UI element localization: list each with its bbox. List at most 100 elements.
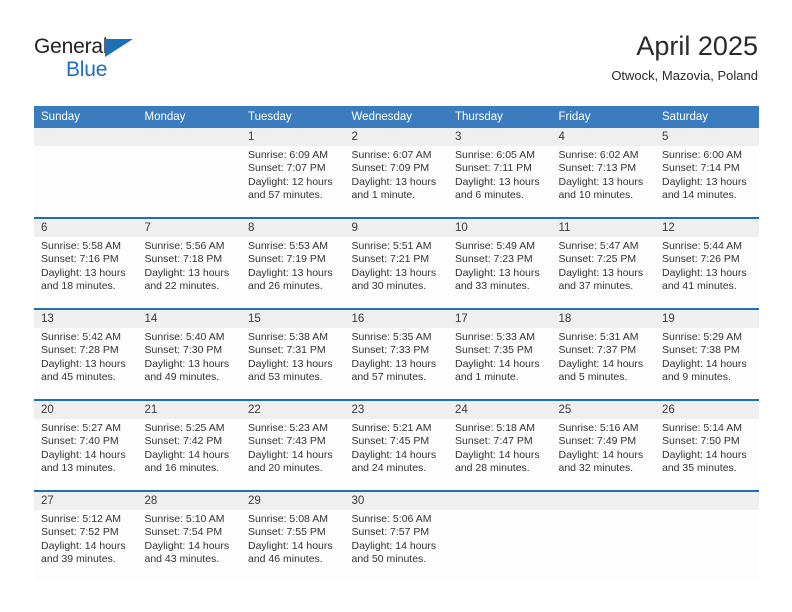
day-cell-8[interactable]: Sunrise: 5:53 AM Sunset: 7:19 PM Dayligh… [241, 237, 345, 308]
day-number-empty [137, 128, 241, 146]
day-number-28[interactable]: 28 [137, 492, 241, 510]
day-cell-13[interactable]: Sunrise: 5:42 AM Sunset: 7:28 PM Dayligh… [34, 328, 138, 399]
day-number-20[interactable]: 20 [34, 401, 138, 419]
day-cell-22[interactable]: Sunrise: 5:23 AM Sunset: 7:43 PM Dayligh… [241, 419, 345, 490]
day-number-18[interactable]: 18 [551, 310, 655, 328]
day-cell-empty [34, 146, 138, 217]
day-cell-18[interactable]: Sunrise: 5:31 AM Sunset: 7:37 PM Dayligh… [551, 328, 655, 399]
day-cell-empty [551, 510, 655, 581]
day-cell-30[interactable]: Sunrise: 5:06 AM Sunset: 7:57 PM Dayligh… [344, 510, 448, 581]
day-number-25[interactable]: 25 [551, 401, 655, 419]
page-title: April 2025 [636, 31, 758, 61]
day-cell-14[interactable]: Sunrise: 5:40 AM Sunset: 7:30 PM Dayligh… [137, 328, 241, 399]
generalblue-logo[interactable]: General Blue [34, 36, 214, 81]
day-cell-11[interactable]: Sunrise: 5:47 AM Sunset: 7:25 PM Dayligh… [551, 237, 655, 308]
day-cell-19[interactable]: Sunrise: 5:29 AM Sunset: 7:38 PM Dayligh… [655, 328, 759, 399]
day-cell-4[interactable]: Sunrise: 6:02 AM Sunset: 7:13 PM Dayligh… [551, 146, 655, 217]
day-cell-21[interactable]: Sunrise: 5:25 AM Sunset: 7:42 PM Dayligh… [137, 419, 241, 490]
week-content-row: Sunrise: 6:09 AM Sunset: 7:07 PM Dayligh… [34, 146, 759, 217]
day-cell-7[interactable]: Sunrise: 5:56 AM Sunset: 7:18 PM Dayligh… [137, 237, 241, 308]
day-cell-9[interactable]: Sunrise: 5:51 AM Sunset: 7:21 PM Dayligh… [344, 237, 448, 308]
day-number-19[interactable]: 19 [655, 310, 759, 328]
day-sun-info: Sunrise: 6:05 AM Sunset: 7:11 PM Dayligh… [455, 149, 540, 202]
day-number-4[interactable]: 4 [551, 128, 655, 146]
day-number-2[interactable]: 2 [344, 128, 448, 146]
week-content-row: Sunrise: 5:42 AM Sunset: 7:28 PM Dayligh… [34, 328, 759, 399]
day-sun-info: Sunrise: 5:44 AM Sunset: 7:26 PM Dayligh… [662, 240, 747, 293]
day-cell-2[interactable]: Sunrise: 6:07 AM Sunset: 7:09 PM Dayligh… [344, 146, 448, 217]
logo-text-general: General [34, 36, 214, 58]
day-sun-info: Sunrise: 5:14 AM Sunset: 7:50 PM Dayligh… [662, 422, 747, 475]
day-number-empty [448, 492, 552, 510]
day-cell-10[interactable]: Sunrise: 5:49 AM Sunset: 7:23 PM Dayligh… [448, 237, 552, 308]
day-number-24[interactable]: 24 [448, 401, 552, 419]
day-cell-17[interactable]: Sunrise: 5:33 AM Sunset: 7:35 PM Dayligh… [448, 328, 552, 399]
day-cell-empty [655, 510, 759, 581]
weekday-header-sunday: Sunday [34, 106, 138, 128]
day-cell-1[interactable]: Sunrise: 6:09 AM Sunset: 7:07 PM Dayligh… [241, 146, 345, 217]
day-cell-20[interactable]: Sunrise: 5:27 AM Sunset: 7:40 PM Dayligh… [34, 419, 138, 490]
day-sun-info: Sunrise: 5:18 AM Sunset: 7:47 PM Dayligh… [455, 422, 540, 475]
day-number-5[interactable]: 5 [655, 128, 759, 146]
day-cell-29[interactable]: Sunrise: 5:08 AM Sunset: 7:55 PM Dayligh… [241, 510, 345, 581]
day-cell-16[interactable]: Sunrise: 5:35 AM Sunset: 7:33 PM Dayligh… [344, 328, 448, 399]
day-number-9[interactable]: 9 [344, 219, 448, 237]
week-content-row: Sunrise: 5:12 AM Sunset: 7:52 PM Dayligh… [34, 510, 759, 581]
day-cell-15[interactable]: Sunrise: 5:38 AM Sunset: 7:31 PM Dayligh… [241, 328, 345, 399]
day-sun-info: Sunrise: 5:51 AM Sunset: 7:21 PM Dayligh… [351, 240, 437, 293]
day-number-empty [34, 128, 138, 146]
day-number-29[interactable]: 29 [241, 492, 345, 510]
day-number-13[interactable]: 13 [34, 310, 138, 328]
day-cell-26[interactable]: Sunrise: 5:14 AM Sunset: 7:50 PM Dayligh… [655, 419, 759, 490]
week-daynumber-row: 27 28 29 30 [34, 492, 759, 510]
day-sun-info: Sunrise: 5:12 AM Sunset: 7:52 PM Dayligh… [41, 513, 126, 566]
day-number-7[interactable]: 7 [137, 219, 241, 237]
day-number-6[interactable]: 6 [34, 219, 138, 237]
day-sun-info: Sunrise: 6:00 AM Sunset: 7:14 PM Dayligh… [662, 149, 747, 202]
day-cell-6[interactable]: Sunrise: 5:58 AM Sunset: 7:16 PM Dayligh… [34, 237, 138, 308]
day-number-11[interactable]: 11 [551, 219, 655, 237]
day-number-1[interactable]: 1 [241, 128, 345, 146]
day-sun-info: Sunrise: 5:27 AM Sunset: 7:40 PM Dayligh… [41, 422, 126, 475]
logo-word-blue: Blue [66, 58, 108, 81]
day-number-17[interactable]: 17 [448, 310, 552, 328]
day-sun-info: Sunrise: 6:02 AM Sunset: 7:13 PM Dayligh… [558, 149, 644, 202]
day-cell-27[interactable]: Sunrise: 5:12 AM Sunset: 7:52 PM Dayligh… [34, 510, 138, 581]
week-content-row: Sunrise: 5:58 AM Sunset: 7:16 PM Dayligh… [34, 237, 759, 308]
day-number-21[interactable]: 21 [137, 401, 241, 419]
location-subtitle: Otwock, Mazovia, Poland [611, 68, 758, 83]
day-cell-23[interactable]: Sunrise: 5:21 AM Sunset: 7:45 PM Dayligh… [344, 419, 448, 490]
day-sun-info: Sunrise: 5:33 AM Sunset: 7:35 PM Dayligh… [455, 331, 540, 384]
day-number-14[interactable]: 14 [137, 310, 241, 328]
day-cell-12[interactable]: Sunrise: 5:44 AM Sunset: 7:26 PM Dayligh… [655, 237, 759, 308]
day-number-30[interactable]: 30 [344, 492, 448, 510]
day-number-10[interactable]: 10 [448, 219, 552, 237]
day-number-empty [655, 492, 759, 510]
weekday-header-tuesday: Tuesday [241, 106, 345, 128]
day-number-26[interactable]: 26 [655, 401, 759, 419]
week-content-row: Sunrise: 5:27 AM Sunset: 7:40 PM Dayligh… [34, 419, 759, 490]
calendar-header-row: Sunday Monday Tuesday Wednesday Thursday Frid… [34, 106, 759, 128]
day-sun-info: Sunrise: 5:10 AM Sunset: 7:54 PM Dayligh… [144, 513, 230, 566]
day-number-23[interactable]: 23 [344, 401, 448, 419]
day-number-16[interactable]: 16 [344, 310, 448, 328]
week-daynumber-row: 13 14 15 16 17 18 19 [34, 310, 759, 328]
calendar-body: 1 2 3 4 5 Sunrise: 6:09 AM Sunset: 7:07 PM Da… [34, 128, 759, 581]
day-number-15[interactable]: 15 [241, 310, 345, 328]
day-sun-info: Sunrise: 5:31 AM Sunset: 7:37 PM Dayligh… [558, 331, 644, 384]
day-number-12[interactable]: 12 [655, 219, 759, 237]
day-number-empty [551, 492, 655, 510]
day-cell-5[interactable]: Sunrise: 6:00 AM Sunset: 7:14 PM Dayligh… [655, 146, 759, 217]
day-number-27[interactable]: 27 [34, 492, 138, 510]
day-cell-28[interactable]: Sunrise: 5:10 AM Sunset: 7:54 PM Dayligh… [137, 510, 241, 581]
day-sun-info: Sunrise: 5:40 AM Sunset: 7:30 PM Dayligh… [144, 331, 230, 384]
day-cell-3[interactable]: Sunrise: 6:05 AM Sunset: 7:11 PM Dayligh… [448, 146, 552, 217]
day-sun-info: Sunrise: 5:49 AM Sunset: 7:23 PM Dayligh… [455, 240, 540, 293]
day-cell-24[interactable]: Sunrise: 5:18 AM Sunset: 7:47 PM Dayligh… [448, 419, 552, 490]
calendar-page: General Blue April 2025 Otwock, Mazovia,… [0, 0, 792, 612]
day-sun-info: Sunrise: 5:47 AM Sunset: 7:25 PM Dayligh… [558, 240, 644, 293]
day-number-3[interactable]: 3 [448, 128, 552, 146]
day-number-22[interactable]: 22 [241, 401, 345, 419]
day-cell-25[interactable]: Sunrise: 5:16 AM Sunset: 7:49 PM Dayligh… [551, 419, 655, 490]
day-number-8[interactable]: 8 [241, 219, 345, 237]
